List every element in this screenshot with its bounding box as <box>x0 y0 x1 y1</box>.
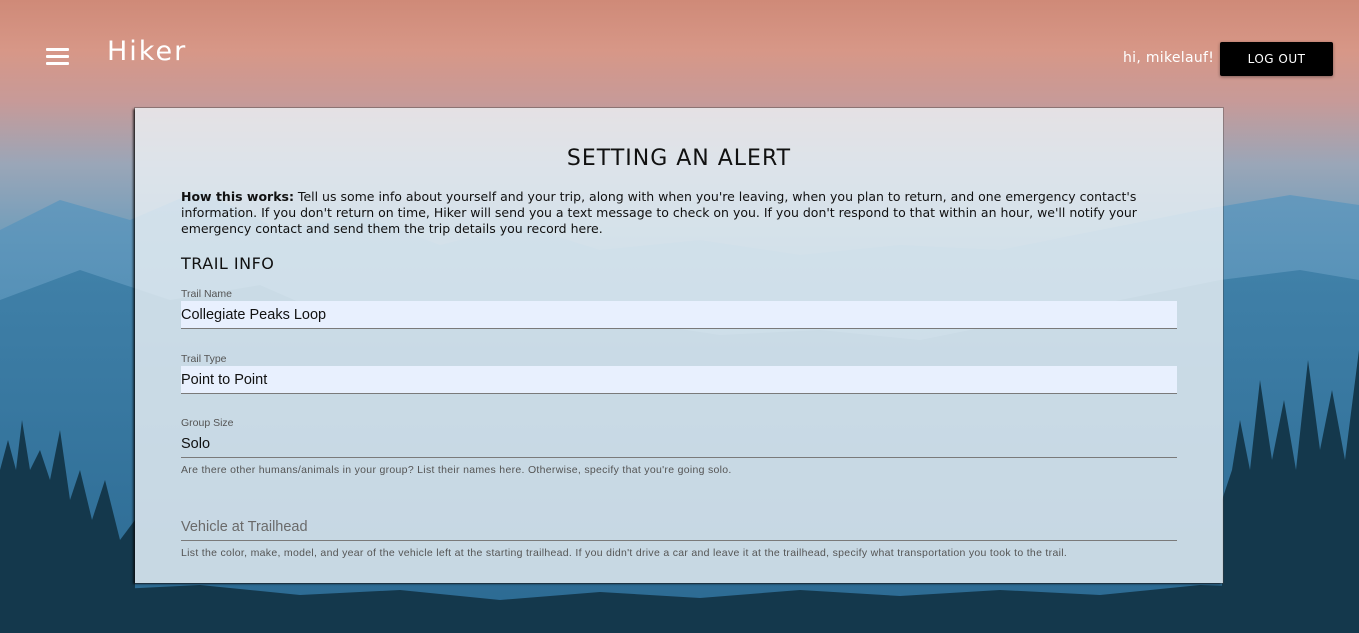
trail-type-field: Trail Type <box>181 353 1177 394</box>
trail-name-label: Trail Name <box>181 288 232 300</box>
group-size-input[interactable] <box>181 430 1177 458</box>
intro-paragraph: How this works: Tell us some info about … <box>181 189 1181 237</box>
hamburger-menu-icon[interactable] <box>46 47 70 67</box>
page-title: SETTING AN ALERT <box>566 146 792 171</box>
vehicle-input[interactable] <box>181 513 1177 541</box>
group-size-label: Group Size <box>181 417 234 429</box>
trail-name-field: Trail Name <box>181 288 1177 329</box>
section-title-trail-info: TRAIL INFO <box>181 254 275 273</box>
trail-type-label: Trail Type <box>181 353 227 365</box>
trail-type-input[interactable] <box>181 366 1177 394</box>
brand-logo[interactable]: Hiker <box>107 36 187 67</box>
user-greeting: hi, mikelauf! <box>1123 50 1215 66</box>
group-size-helper-text: Are there other humans/animals in your g… <box>181 464 732 476</box>
vehicle-field: List the color, make, model, and year of… <box>181 513 1177 559</box>
group-size-field: Group Size Are there other humans/animal… <box>181 417 1177 476</box>
intro-bold-label: How this works: <box>181 189 294 204</box>
vehicle-helper-text: List the color, make, model, and year of… <box>181 547 1068 559</box>
intro-text: Tell us some info about yourself and you… <box>181 189 1137 236</box>
trail-name-input[interactable] <box>181 301 1177 329</box>
alert-form-card: SETTING AN ALERT How this works: Tell us… <box>135 108 1223 583</box>
logout-button[interactable]: LOG OUT <box>1220 42 1333 76</box>
